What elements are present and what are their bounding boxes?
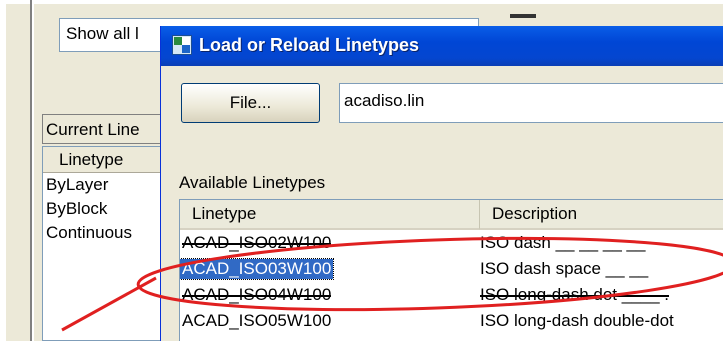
column-header-linetype[interactable]: Linetype (180, 200, 480, 230)
file-button[interactable]: File... (181, 83, 320, 123)
table-row[interactable]: ACAD_ISO04W100 ISO long-dash dot ____ . (180, 285, 723, 309)
parent-linetype-list[interactable]: Linetype ByLayer ByBlock Continuous (42, 146, 162, 341)
row-linetype: ACAD_ISO04W100 (182, 285, 332, 304)
list-item[interactable]: ByLayer (43, 173, 161, 197)
linetype-filter-value: Show all l (66, 24, 139, 43)
available-linetypes-label: Available Linetypes (179, 173, 326, 192)
autocad-app-icon (172, 35, 192, 55)
list-item[interactable]: ByBlock (43, 197, 161, 221)
row-linetype: ACAD_ISO05W100 (182, 311, 332, 330)
parent-toolbar-dash (510, 14, 536, 18)
dialog-titlebar[interactable]: Load or Reload Linetypes (161, 26, 723, 66)
row-description: ISO dash space __ __ (480, 259, 649, 278)
row-description: ISO long-dash double-dot (480, 311, 674, 330)
row-description: ISO long-dash dot ____ . (480, 285, 670, 304)
current-linetype-label: Current Line (42, 114, 162, 144)
table-row-selected[interactable]: ACAD_ISO03W100 ISO dash space __ __ (180, 258, 723, 283)
load-linetypes-dialog: Load or Reload Linetypes File... acadiso… (160, 26, 723, 341)
row-linetype: ACAD_ISO03W100 (180, 258, 335, 280)
dialog-title: Load or Reload Linetypes (199, 35, 420, 55)
available-linetypes-table[interactable]: Linetype Description ACAD_ISO02W100 ISO … (179, 199, 723, 341)
linetype-file-field[interactable]: acadiso.lin (339, 83, 723, 123)
parent-linetype-column-header[interactable]: Linetype (43, 147, 161, 173)
column-header-description[interactable]: Description (480, 200, 723, 230)
row-description: ISO dash __ __ __ __ (480, 233, 646, 252)
row-linetype: ACAD_ISO02W100 (182, 233, 332, 252)
parent-group-edge-highlight (32, 0, 34, 341)
table-row[interactable]: ACAD_ISO05W100 ISO long-dash double-dot (180, 311, 723, 335)
list-item[interactable]: Continuous (43, 221, 161, 245)
parent-left-edge (0, 0, 6, 341)
parent-top-edge (0, 0, 723, 4)
table-row[interactable]: ACAD_ISO02W100 ISO dash __ __ __ __ (180, 233, 723, 257)
